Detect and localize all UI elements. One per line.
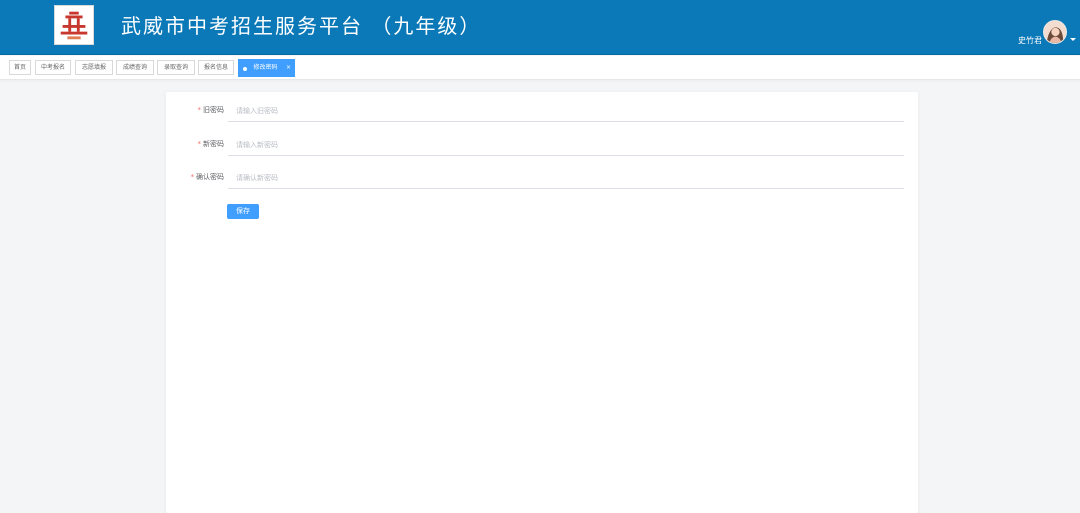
required-mark: * xyxy=(197,106,202,114)
old-password-label: * 旧密码 xyxy=(166,105,225,115)
old-password-input[interactable] xyxy=(228,100,904,122)
save-button[interactable]: 保存 xyxy=(227,204,259,219)
field-label: 确认密码 xyxy=(196,173,224,181)
new-password-label: * 新密码 xyxy=(166,139,225,149)
confirm-password-row: * 确认密码 xyxy=(166,167,918,189)
tab-volunteer-filling[interactable]: 志愿填报 xyxy=(75,60,113,75)
school-logo-icon xyxy=(54,5,94,45)
change-password-card: * 旧密码 * 新密码 * 确认密码 保存 xyxy=(166,92,918,513)
tab-label: 修改密码 xyxy=(253,64,278,71)
old-password-row: * 旧密码 xyxy=(166,100,918,122)
tabs-bar: 首页 中考报名 志愿填报 成绩查询 录取查询 报名信息 修改密码 × xyxy=(0,56,1080,80)
field-label: 新密码 xyxy=(203,140,224,148)
confirm-password-input[interactable] xyxy=(228,167,904,189)
tab-label: 志愿填报 xyxy=(81,64,106,71)
user-avatar-icon[interactable] xyxy=(1043,20,1067,44)
user-menu-caret-icon[interactable] xyxy=(1070,38,1076,41)
app-title: 武威市中考招生服务平台 （九年级） xyxy=(121,14,482,38)
new-password-input[interactable] xyxy=(228,134,904,156)
tab-exam-registration[interactable]: 中考报名 xyxy=(35,60,71,75)
app-header: 武威市中考招生服务平台 （九年级） 史竹君 xyxy=(0,0,1080,55)
tab-change-password[interactable]: 修改密码 × xyxy=(238,59,295,77)
tab-admission-query[interactable]: 录取查询 xyxy=(157,60,195,75)
active-dot-icon xyxy=(243,67,247,71)
tab-label: 首页 xyxy=(13,64,26,71)
tab-label: 报名信息 xyxy=(203,64,228,71)
new-password-row: * 新密码 xyxy=(166,134,918,156)
user-name[interactable]: 史竹君 xyxy=(1018,35,1042,46)
tab-score-query[interactable]: 成绩查询 xyxy=(116,60,154,75)
required-mark: * xyxy=(197,140,202,148)
tab-registration-info[interactable]: 报名信息 xyxy=(198,60,234,75)
tab-label: 录取查询 xyxy=(163,64,188,71)
tab-home[interactable]: 首页 xyxy=(9,60,31,75)
tab-label: 成绩查询 xyxy=(122,64,147,71)
confirm-password-label: * 确认密码 xyxy=(166,172,225,182)
field-label: 旧密码 xyxy=(203,106,224,114)
tab-label: 中考报名 xyxy=(40,64,65,71)
close-icon[interactable]: × xyxy=(286,60,291,76)
required-mark: * xyxy=(190,173,195,181)
